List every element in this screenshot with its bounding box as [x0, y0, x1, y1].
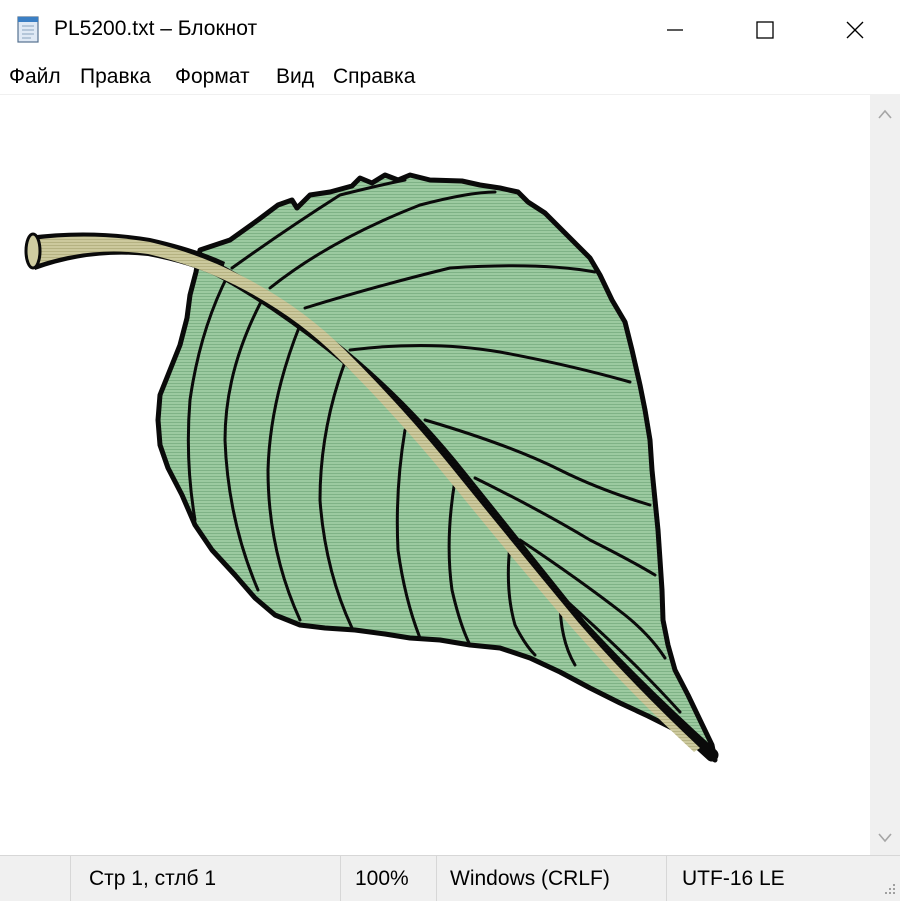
- vertical-scrollbar[interactable]: [870, 95, 900, 855]
- stem-cut-end: [24, 232, 42, 270]
- chevron-down-icon: [878, 833, 892, 843]
- maximize-icon: [756, 21, 774, 39]
- status-cursor-position: Стр 1, стлб 1: [70, 856, 340, 901]
- minimize-button[interactable]: [630, 0, 720, 60]
- chevron-up-icon: [878, 109, 892, 119]
- window-title: PL5200.txt – Блокнот: [54, 17, 258, 40]
- status-line-ending: Windows (CRLF): [436, 856, 666, 901]
- menu-help[interactable]: Справка: [333, 65, 415, 89]
- scroll-up-button[interactable]: [870, 97, 900, 131]
- menu-view[interactable]: Вид: [276, 65, 314, 89]
- status-bar: Стр 1, стлб 1 100% Windows (CRLF) UTF-16…: [0, 855, 900, 901]
- scroll-down-button[interactable]: [870, 821, 900, 855]
- menu-format[interactable]: Формат: [175, 65, 250, 89]
- notepad-icon: [17, 16, 39, 43]
- minimize-icon: [667, 29, 683, 31]
- text-editor-area[interactable]: [0, 95, 870, 855]
- close-icon: [846, 21, 864, 39]
- menu-file[interactable]: Файл: [9, 65, 61, 89]
- close-button[interactable]: [810, 0, 900, 60]
- menu-bar: Файл Правка Формат Вид Справка: [0, 60, 900, 95]
- resize-grip-icon[interactable]: [881, 882, 897, 898]
- status-zoom: 100%: [340, 856, 436, 901]
- status-encoding: UTF-16 LE: [666, 856, 900, 901]
- title-bar[interactable]: PL5200.txt – Блокнот: [0, 0, 900, 60]
- menu-edit[interactable]: Правка: [80, 65, 151, 89]
- maximize-button[interactable]: [720, 0, 810, 60]
- leaf-illustration: [24, 172, 719, 763]
